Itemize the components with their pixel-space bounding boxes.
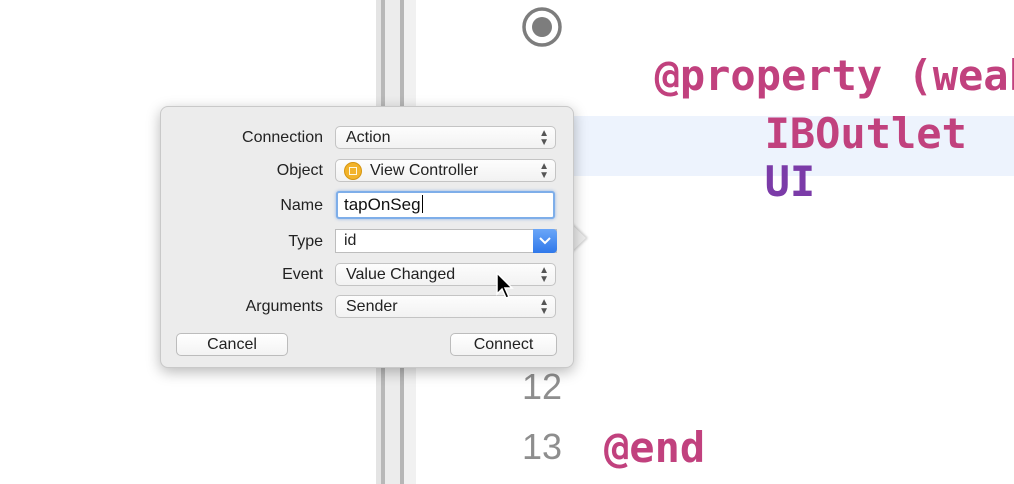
event-popup[interactable]: Value Changed ▲ ▼ — [335, 263, 556, 286]
type-label: Type — [288, 233, 323, 250]
cancel-button[interactable]: Cancel — [176, 333, 288, 356]
view-controller-icon — [344, 162, 362, 180]
code-line-end: @end — [604, 423, 706, 472]
connection-popup[interactable]: Action ▲ ▼ — [335, 126, 556, 149]
code-line-iboutlet: IBOutlet UI — [714, 62, 967, 206]
object-label: Object — [276, 162, 323, 179]
type-value: id — [344, 232, 357, 249]
chevron-updown-icon: ▲ ▼ — [539, 297, 549, 317]
line-number-12: 12 — [521, 366, 562, 407]
code-iboutlet-keyword: IBOutlet — [764, 109, 967, 158]
type-combobox[interactable]: id — [335, 229, 557, 253]
chevron-updown-icon: ▲ ▼ — [539, 161, 549, 181]
text-caret — [421, 195, 423, 213]
connect-button[interactable]: Connect — [450, 333, 557, 356]
object-value: View Controller — [370, 162, 479, 179]
chevron-updown-icon: ▲ ▼ — [539, 128, 549, 148]
mouse-cursor-icon — [496, 272, 514, 299]
event-label: Event — [282, 266, 323, 283]
outlet-connection-indicator-icon[interactable] — [520, 5, 564, 49]
arguments-label: Arguments — [245, 298, 323, 315]
type-dropdown-button[interactable] — [533, 229, 557, 253]
connection-label: Connection — [242, 129, 323, 146]
line-number-13: 13 — [521, 426, 562, 467]
arguments-popup[interactable]: Sender ▲ ▼ — [335, 295, 556, 318]
chevron-down-icon — [539, 237, 551, 245]
object-popup[interactable]: View Controller ▲ ▼ — [335, 159, 556, 182]
connection-value: Action — [346, 129, 391, 146]
event-value: Value Changed — [346, 266, 456, 283]
connection-popover: Connection Action ▲ ▼ Object View Control… — [160, 106, 574, 368]
code-type-name: UI — [764, 157, 816, 206]
arguments-value: Sender — [346, 298, 398, 315]
name-input-value: tapOnSeg — [344, 195, 421, 214]
chevron-updown-icon: ▲ ▼ — [539, 265, 549, 285]
name-input[interactable]: tapOnSeg — [336, 191, 555, 219]
name-label: Name — [280, 197, 323, 214]
